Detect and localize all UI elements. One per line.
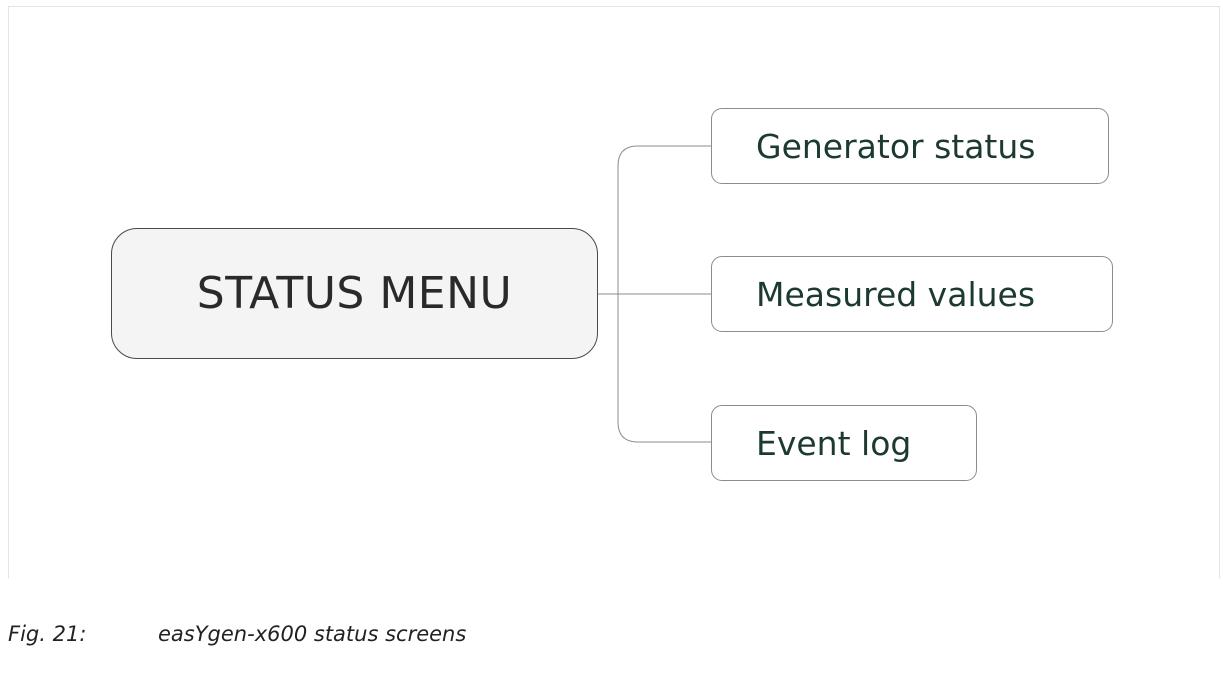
child-node-event-log: Event log [711, 405, 977, 481]
root-node-label: STATUS MENU [196, 268, 513, 319]
child-node-measured-values: Measured values [711, 256, 1113, 332]
root-node-status-menu: STATUS MENU [111, 228, 598, 359]
child-node-label: Event log [756, 423, 912, 463]
figure-caption: Fig. 21: easYgen-x600 status screens [8, 622, 466, 646]
caption-number: Fig. 21: [8, 622, 87, 646]
caption-text: easYgen-x600 status screens [158, 622, 467, 646]
child-node-generator-status: Generator status [711, 108, 1109, 184]
child-node-label: Generator status [756, 126, 1036, 166]
child-node-label: Measured values [756, 274, 1036, 314]
